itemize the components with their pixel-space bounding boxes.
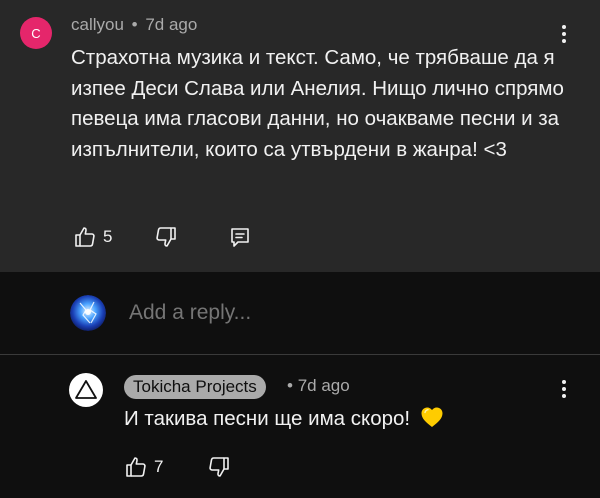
like-count: 5 xyxy=(103,227,113,246)
comment-text: Страхотна музика и текст. Само, че трябв… xyxy=(71,46,564,161)
comment-actions: 5 xyxy=(73,225,251,249)
reply-author-chip[interactable]: Tokicha Projects xyxy=(124,375,266,399)
reply-dislike-button[interactable] xyxy=(207,455,231,479)
reply-button[interactable] xyxy=(229,226,251,248)
comment-author[interactable]: callyou xyxy=(71,15,124,34)
reply-actions: 7 xyxy=(124,455,231,479)
dislike-icon xyxy=(154,225,178,249)
meta-separator: • xyxy=(131,15,138,34)
reply-time[interactable]: 7d ago xyxy=(298,376,350,395)
add-reply-row xyxy=(0,272,600,354)
like-icon xyxy=(73,225,97,249)
reply-icon xyxy=(229,226,251,248)
reply-text-row: И такива песни ще има скоро! xyxy=(124,405,444,436)
avatar-letter: C xyxy=(31,25,41,41)
divider xyxy=(0,354,600,355)
meta-separator: • xyxy=(287,376,293,395)
yellow-heart-icon xyxy=(420,406,444,436)
reply-meta: • 7d ago xyxy=(287,376,350,396)
highlighted-comment: C callyou • 7d ago Страхотна музика и те… xyxy=(0,0,600,272)
comment-meta: callyou • 7d ago xyxy=(71,15,197,35)
comment-author-avatar[interactable]: C xyxy=(20,17,52,49)
current-user-avatar[interactable] xyxy=(70,295,106,331)
reply-text: И такива песни ще има скоро! xyxy=(124,407,411,430)
reply-author-avatar[interactable] xyxy=(69,373,103,407)
reply-like-button[interactable]: 7 xyxy=(124,455,163,479)
triangle-logo-icon xyxy=(69,380,103,407)
like-count: 7 xyxy=(154,457,164,476)
like-icon xyxy=(124,455,148,479)
add-reply-input[interactable] xyxy=(129,301,549,325)
comment-time[interactable]: 7d ago xyxy=(145,15,197,34)
more-vert-icon[interactable] xyxy=(552,377,576,401)
like-button[interactable]: 5 xyxy=(73,225,112,249)
dislike-icon xyxy=(207,455,231,479)
dislike-button[interactable] xyxy=(154,225,178,249)
